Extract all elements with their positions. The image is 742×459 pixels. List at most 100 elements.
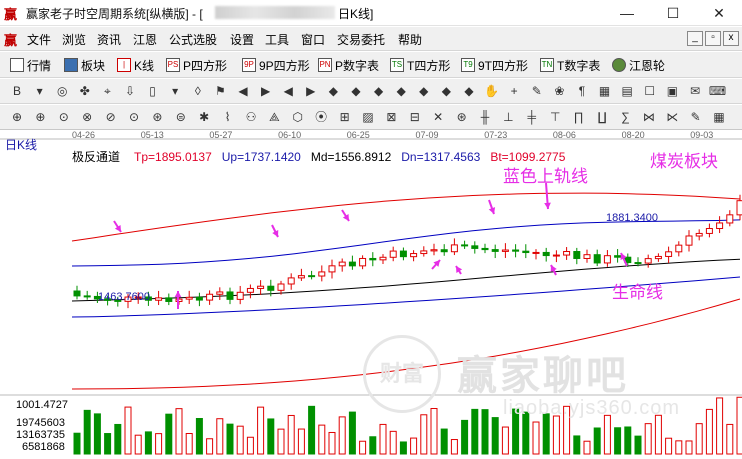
menu-file[interactable]: 文件	[27, 31, 51, 48]
toolbar2-tool-2[interactable]: ◎	[53, 82, 71, 100]
maximize-button[interactable]: ☐	[650, 0, 696, 26]
toolbar3-tool-2[interactable]: ⊙	[55, 108, 73, 126]
toolbar2-tool-19[interactable]: ◆	[437, 82, 455, 100]
toolbar3-tool-27[interactable]: ⋈	[640, 108, 658, 126]
toolbar3-tool-12[interactable]: ⬡	[289, 108, 307, 126]
toolbar3-tool-8[interactable]: ✱	[195, 108, 213, 126]
9p-square-button[interactable]: 9P 9P四方形	[242, 56, 310, 74]
mdi-close-button[interactable]: x	[723, 31, 739, 46]
toolbar2-tool-16[interactable]: ◆	[370, 82, 388, 100]
window-title: 赢家老子时空周期系统[纵横版] - [	[26, 7, 203, 21]
toolbar2-tool-1[interactable]: ▾	[31, 82, 49, 100]
toolbar2-tool-31[interactable]: ⌨	[709, 82, 727, 100]
mdi-restore-button[interactable]: ▫	[705, 31, 721, 46]
toolbar2-tool-22[interactable]: +	[505, 82, 523, 100]
toolbar2-tool-3[interactable]: ✤	[76, 82, 94, 100]
minimize-button[interactable]: —	[604, 0, 650, 26]
toolbar3-tool-5[interactable]: ⊙	[125, 108, 143, 126]
quotes-button[interactable]: 行情	[10, 56, 51, 74]
toolbar3-tool-20[interactable]: ╫	[476, 108, 494, 126]
toolbar3-tool-25[interactable]: ∐	[593, 108, 611, 126]
upper-blue-band	[71, 219, 741, 267]
volume-bar	[359, 440, 367, 455]
toolbar3-tool-19[interactable]: ⊛	[453, 108, 471, 126]
toolbar2-tool-23[interactable]: ✎	[528, 82, 546, 100]
menu-help[interactable]: 帮助	[398, 31, 422, 48]
toolbar3-tool-21[interactable]: ⊥	[499, 108, 517, 126]
kline-button[interactable]: | K线	[117, 56, 154, 74]
toolbar3-tool-1[interactable]: ⊕	[31, 108, 49, 126]
toolbar3-tool-29[interactable]: ✎	[687, 108, 705, 126]
toolbar3-tool-17[interactable]: ⊟	[406, 108, 424, 126]
toolbar3-tool-18[interactable]: ✕	[429, 108, 447, 126]
toolbar2-tool-7[interactable]: ▾	[166, 82, 184, 100]
toolbar3-tool-26[interactable]: ∑	[616, 108, 634, 126]
kline-chart-panel[interactable]: 04-26 05-13 05-27 06-10 06-25 07-09 07-23 08-06…	[0, 131, 742, 459]
toolbar2-tool-21[interactable]: ✋	[483, 82, 501, 100]
toolbar3-tool-24[interactable]: ∏	[570, 108, 588, 126]
toolbar3-tool-3[interactable]: ⊗	[78, 108, 96, 126]
toolbar3-tool-11[interactable]: ⟁	[265, 108, 283, 126]
volume-bar	[134, 434, 142, 455]
9t-square-button[interactable]: T9 9T四方形	[461, 56, 528, 74]
toolbar3-tool-16[interactable]: ⊠	[382, 108, 400, 126]
toolbar2-tool-15[interactable]: ◆	[347, 82, 365, 100]
toolbar2-tool-30[interactable]: ✉	[686, 82, 704, 100]
toolbar2-tool-12[interactable]: ◀	[279, 82, 297, 100]
candle-body	[450, 244, 458, 253]
toolbar2-tool-27[interactable]: ▤	[618, 82, 636, 100]
toolbar2-tool-0[interactable]: B	[8, 82, 26, 100]
toolbar3-tool-15[interactable]: ▨	[359, 108, 377, 126]
toolbar2-tool-5[interactable]: ⇩	[121, 82, 139, 100]
toolbar3-tool-13[interactable]: ⦿	[312, 108, 330, 126]
toolbar2-tool-29[interactable]: ▣	[663, 82, 681, 100]
toolbar2-tool-28[interactable]: ☐	[641, 82, 659, 100]
toolbar2-tool-14[interactable]: ◆	[324, 82, 342, 100]
menu-settings[interactable]: 设置	[230, 31, 254, 48]
toolbar3-tool-7[interactable]: ⊜	[172, 108, 190, 126]
toolbar3-tool-22[interactable]: ╪	[523, 108, 541, 126]
toolbar3-tool-14[interactable]: ⊞	[336, 108, 354, 126]
toolbar2-tool-6[interactable]: ▯	[144, 82, 162, 100]
toolbar2-tool-25[interactable]: ¶	[573, 82, 591, 100]
menu-browse[interactable]: 浏览	[62, 31, 86, 48]
p-square-button[interactable]: PS P四方形	[166, 56, 227, 74]
toolbar2-tool-11[interactable]: ▶	[257, 82, 275, 100]
toolbar3-tool-30[interactable]: ▦	[710, 108, 728, 126]
p-number-table-button[interactable]: PN P数字表	[318, 56, 379, 74]
menu-formula[interactable]: 公式选股	[169, 31, 217, 48]
toolbar2-tool-13[interactable]: ▶	[302, 82, 320, 100]
toolbar2-tool-18[interactable]: ◆	[415, 82, 433, 100]
toolbar2-tool-24[interactable]: ❀	[550, 82, 568, 100]
menu-app-icon[interactable]: 赢	[4, 30, 17, 49]
toolbar2-tool-4[interactable]: ⌖	[98, 82, 116, 100]
volume-bar	[236, 425, 244, 455]
menu-gann[interactable]: 江恩	[133, 31, 157, 48]
menu-trade[interactable]: 交易委托	[337, 31, 385, 48]
t-number-table-button[interactable]: TN T数字表	[540, 56, 600, 74]
toolbar3-tool-23[interactable]: ⊤	[546, 108, 564, 126]
candle-body	[522, 250, 530, 254]
toolbar3-tool-4[interactable]: ⊘	[102, 108, 120, 126]
toolbar3-tool-28[interactable]: ⋉	[663, 108, 681, 126]
toolbar2-tool-20[interactable]: ◆	[460, 82, 478, 100]
toolbar3-tool-10[interactable]: ⚇	[242, 108, 260, 126]
line-tools-toolbar: ⊕ ⊕ ⊙ ⊗ ⊘ ⊙ ⊛ ⊜ ✱ ⌇ ⚇ ⟁ ⬡ ⦿ ⊞ ▨ ⊠ ⊟ ✕ ⊛ ╫ ⊥ ╪ ⊤ ∏ ∐ ∑ ⋈ ⋉ ✎ ▦	[0, 105, 742, 130]
toolbar3-tool-0[interactable]: ⊕	[8, 108, 26, 126]
toolbar3-tool-6[interactable]: ⊛	[148, 108, 166, 126]
toolbar3-tool-9[interactable]: ⌇	[219, 108, 237, 126]
menu-news[interactable]: 资讯	[97, 31, 121, 48]
gann-wheel-button[interactable]: 江恩轮	[612, 56, 665, 74]
close-button[interactable]: ✕	[696, 0, 742, 26]
toolbar2-tool-9[interactable]: ⚑	[211, 82, 229, 100]
toolbar2-tool-26[interactable]: ▦	[596, 82, 614, 100]
candle-body	[369, 257, 377, 261]
menu-window[interactable]: 窗口	[301, 31, 325, 48]
mdi-minimize-button[interactable]: _	[687, 31, 703, 46]
t-square-button[interactable]: TS T四方形	[390, 56, 450, 74]
toolbar2-tool-8[interactable]: ◊	[189, 82, 207, 100]
toolbar2-tool-10[interactable]: ◀	[234, 82, 252, 100]
menu-tools[interactable]: 工具	[265, 31, 289, 48]
toolbar2-tool-17[interactable]: ◆	[392, 82, 410, 100]
sector-button[interactable]: 板块	[64, 56, 105, 74]
